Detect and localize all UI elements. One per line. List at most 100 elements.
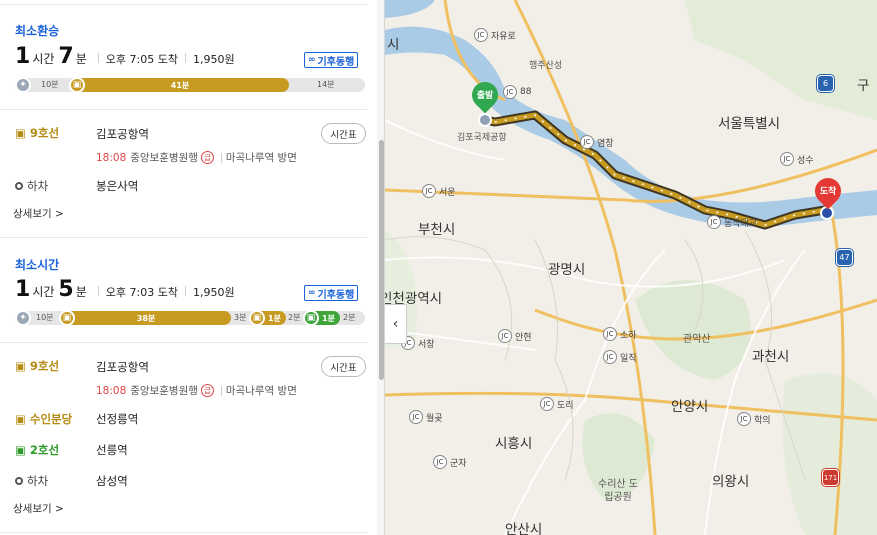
scrollbar-thumb[interactable]	[379, 140, 384, 380]
junction-label: JC 성수	[780, 152, 814, 166]
route-results-panel: 최소환승 1 시간 7 분 오후 7:05 도착 1,950원 ∞ 기후동행 ✦…	[0, 0, 385, 535]
divider	[0, 4, 367, 5]
fare: 1,950원	[192, 53, 235, 66]
divider	[0, 532, 367, 533]
minutes-unit: 분	[75, 285, 87, 299]
junction-icon: JC	[737, 412, 751, 426]
duration-hours: 1	[15, 277, 31, 302]
route-category: 최소시간	[15, 258, 60, 272]
route-category: 최소환승	[15, 24, 60, 38]
station-name: 선릉역	[96, 443, 128, 457]
alight-label: 하차	[27, 179, 49, 193]
subway-icon: ▣	[15, 126, 26, 140]
chevron-left-icon: ‹	[392, 316, 399, 332]
timetable-button[interactable]: 시간표	[321, 123, 366, 144]
alight-icon	[15, 182, 23, 190]
junction-icon: JC	[409, 410, 423, 424]
end-pin[interactable]: 도착	[809, 172, 847, 212]
timetable-button[interactable]: 시간표	[321, 356, 366, 377]
subway-time: 41분	[170, 80, 190, 90]
step-line-2: ▣ 2호선	[15, 442, 59, 458]
divider	[0, 342, 367, 343]
start-pin[interactable]: 출발	[466, 76, 504, 116]
fare: 1,950원	[192, 286, 235, 299]
junction-name: 88	[520, 87, 532, 97]
route-time-bar: ✦ 10분 41분 ▣ 14분	[15, 77, 365, 93]
junction-name: 일직	[620, 353, 637, 364]
junction-icon: JC	[474, 28, 488, 42]
separator	[220, 385, 222, 396]
line-name: 9호선	[29, 126, 60, 140]
subway-icon: ▣	[15, 412, 26, 426]
hours-unit: 시간	[32, 52, 55, 66]
duration-minutes: 5	[58, 277, 74, 302]
junction-name: 성수	[797, 155, 814, 166]
line-name: 2호선	[29, 443, 60, 457]
subway-icon: ▣	[249, 310, 265, 326]
map-view[interactable]: 서울특별시 부천시 광명시 과천시 안양시 시흥시 의왕시 안산시 인천광역시 …	[385, 0, 877, 535]
junction-label: JC 88	[503, 85, 531, 99]
transfer-time: 2분	[288, 313, 301, 322]
subway-icon: ▣	[303, 310, 319, 326]
junction-name: 안현	[515, 332, 532, 343]
airport-label: 김포국제공항	[457, 133, 507, 143]
duration-minutes: 7	[58, 44, 74, 69]
city-label: 서울특별시	[718, 116, 781, 132]
junction-icon: JC	[503, 85, 517, 99]
route-time-bar: ✦ 10분 38분 ▣ 3분 1분 ▣ 2분 1분 ▣ 2분	[15, 310, 365, 326]
train-destination: 중앙보훈병원행	[130, 152, 198, 164]
alight-label: 하차	[27, 474, 49, 488]
junction-icon: JC	[433, 455, 447, 469]
transfer-time: 3분	[234, 313, 247, 322]
junction-name: 군자	[450, 458, 467, 469]
end-pin-label: 도착	[819, 187, 837, 197]
junction-label: JC 염창	[580, 135, 614, 149]
junction-label: JC 동작대교	[707, 215, 757, 229]
walk-icon: ✦	[15, 77, 31, 93]
station-name: 삼성역	[96, 474, 128, 488]
park-label: 수리산 도립공원	[598, 479, 638, 503]
junction-icon: JC	[780, 152, 794, 166]
train-detail: 18:08 중앙보훈병원행 급 마곡나루역 방면	[96, 150, 297, 165]
junction-icon: JC	[580, 135, 594, 149]
route-summary[interactable]: 1 시간 7 분 오후 7:05 도착 1,950원	[15, 44, 235, 69]
city-label: 의왕시	[712, 474, 750, 490]
route-summary[interactable]: 1 시간 5 분 오후 7:03 도착 1,950원	[15, 277, 235, 302]
departure-time: 18:08	[96, 384, 127, 397]
separator	[184, 286, 186, 296]
junction-name: 도리	[557, 400, 574, 411]
junction-name: 자유로	[491, 31, 516, 42]
junction-label: JC 소하	[603, 327, 637, 341]
details-link[interactable]: 상세보기 >	[13, 501, 64, 516]
junction-name: 동작대교	[724, 218, 758, 229]
city-label: 시	[387, 37, 400, 53]
climate-pass-badge: ∞ 기후동행	[304, 285, 359, 301]
place-label: 행주산성	[529, 61, 563, 71]
walk-icon: ✦	[15, 310, 31, 326]
collapse-panel-button[interactable]: ‹	[385, 304, 407, 344]
end-walk-time: 2분	[343, 313, 356, 322]
junction-icon: JC	[603, 327, 617, 341]
junction-label: JC 서운	[422, 184, 456, 198]
card-icon: ∞	[308, 55, 316, 65]
details-link[interactable]: 상세보기 >	[13, 206, 64, 221]
divider	[0, 237, 367, 238]
direction: 마곡나루역 방면	[225, 385, 297, 397]
express-badge: 급	[200, 384, 214, 397]
city-label: 과천시	[752, 349, 790, 365]
junction-name: 서운	[439, 187, 456, 198]
minutes-unit: 분	[75, 52, 87, 66]
city-label: 안산시	[505, 522, 543, 535]
start-pin-label: 출발	[476, 91, 494, 101]
divider	[0, 109, 367, 110]
separator	[97, 53, 99, 63]
step-alight: 하차	[15, 473, 48, 489]
subway-icon: ▣	[15, 443, 26, 457]
station-name: 김포공항역	[96, 360, 149, 374]
junction-name: 염창	[597, 138, 614, 149]
climate-pass-badge: ∞ 기후동행	[304, 52, 359, 68]
junction-label: JC 군자	[433, 455, 467, 469]
separator	[184, 53, 186, 63]
highway-shield: 6	[817, 75, 834, 92]
line-name: 수인분당	[29, 412, 73, 426]
